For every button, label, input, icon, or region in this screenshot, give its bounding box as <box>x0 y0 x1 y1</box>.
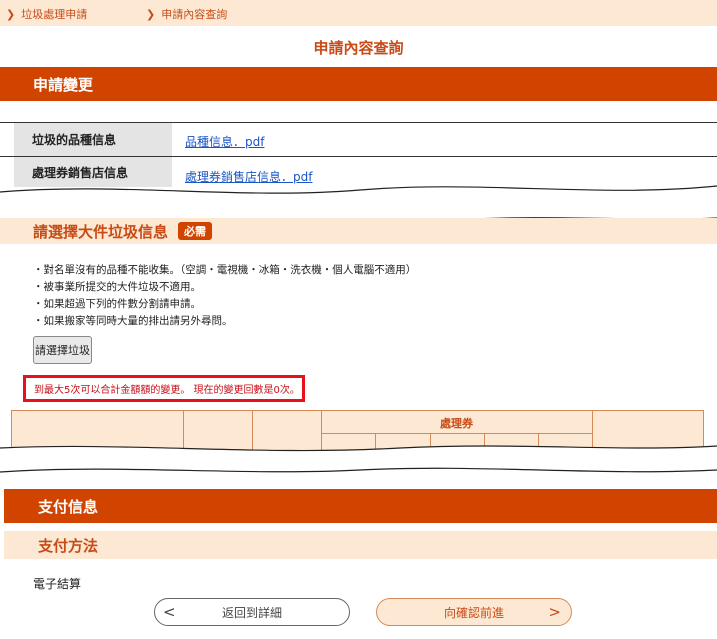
button-label: 向確認前進 <box>443 605 504 620</box>
page-title: 申請內容查詢 <box>313 39 404 57</box>
breadcrumb-item-application-inquiry[interactable]: ❯ 申請內容查詢 <box>146 6 227 22</box>
chevron-right-icon: > <box>548 603 561 621</box>
breadcrumb-label: 垃圾處理申請 <box>21 8 88 21</box>
info-label-varieties: 垃圾的品種信息 <box>14 123 172 156</box>
section-header-change: 申請變更 <box>0 67 717 101</box>
breadcrumb-item-garbage-application[interactable]: ❯ 垃圾處理申請 <box>6 6 87 22</box>
required-badge: 必需 <box>178 222 213 240</box>
proceed-to-confirm-button[interactable]: 向確認前進 > <box>376 598 572 626</box>
chevron-left-icon: < <box>163 603 176 621</box>
select-garbage-button[interactable]: 請選擇垃圾 <box>33 336 92 364</box>
section-header-select-garbage: 請選擇大件垃圾信息 必需 <box>0 218 717 244</box>
subsection-title: 支付方法 <box>38 536 99 555</box>
section-title: 申請變更 <box>33 75 94 94</box>
note-item: ・如果搬家等同時大量的排出請另外尋問。 <box>33 315 233 327</box>
page-cut-divider <box>0 185 717 208</box>
subsection-header-payment-method: 支付方法 <box>4 531 717 559</box>
breadcrumb: ❯ 垃圾處理申請 ❯ 申請內容查詢 <box>0 0 717 26</box>
chevron-right-icon: ❯ <box>6 7 16 21</box>
notes-list: ・對名單沒有的品種不能收集。（空調・電視機・冰箱・洗衣機・個人電腦不適用） ・被… <box>33 262 416 330</box>
varieties-pdf-link[interactable]: 品種信息．pdf <box>185 133 264 150</box>
notice-text: 到最大5次可以合計金額額的變更。 現在的變更回數是0次。 <box>34 385 300 396</box>
change-limit-notice: 到最大5次可以合計金額額的變更。 現在的變更回數是0次。 <box>23 375 305 402</box>
payment-method-value: 電子結算 <box>33 577 82 591</box>
page-cut-divider <box>0 445 717 473</box>
breadcrumb-label: 申請內容查詢 <box>161 8 228 21</box>
button-label: 返回到詳細 <box>221 605 282 620</box>
chevron-right-icon: ❯ <box>146 7 156 21</box>
note-item: ・對名單沒有的品種不能收集。（空調・電視機・冰箱・洗衣機・個人電腦不適用） <box>33 264 417 276</box>
back-to-details-button[interactable]: < 返回到詳細 <box>154 598 350 626</box>
section-header-payment: 支付信息 <box>4 489 717 523</box>
section-title: 支付信息 <box>38 497 99 516</box>
table-row-divider <box>321 433 592 434</box>
note-item: ・被事業所提交的大件垃圾不適用。 <box>33 281 201 293</box>
note-item: ・如果超過下列的件數分割請申請。 <box>33 298 201 310</box>
section-title: 請選擇大件垃圾信息 <box>33 222 169 241</box>
table-header-ticket-group: 處理券 <box>440 417 473 430</box>
